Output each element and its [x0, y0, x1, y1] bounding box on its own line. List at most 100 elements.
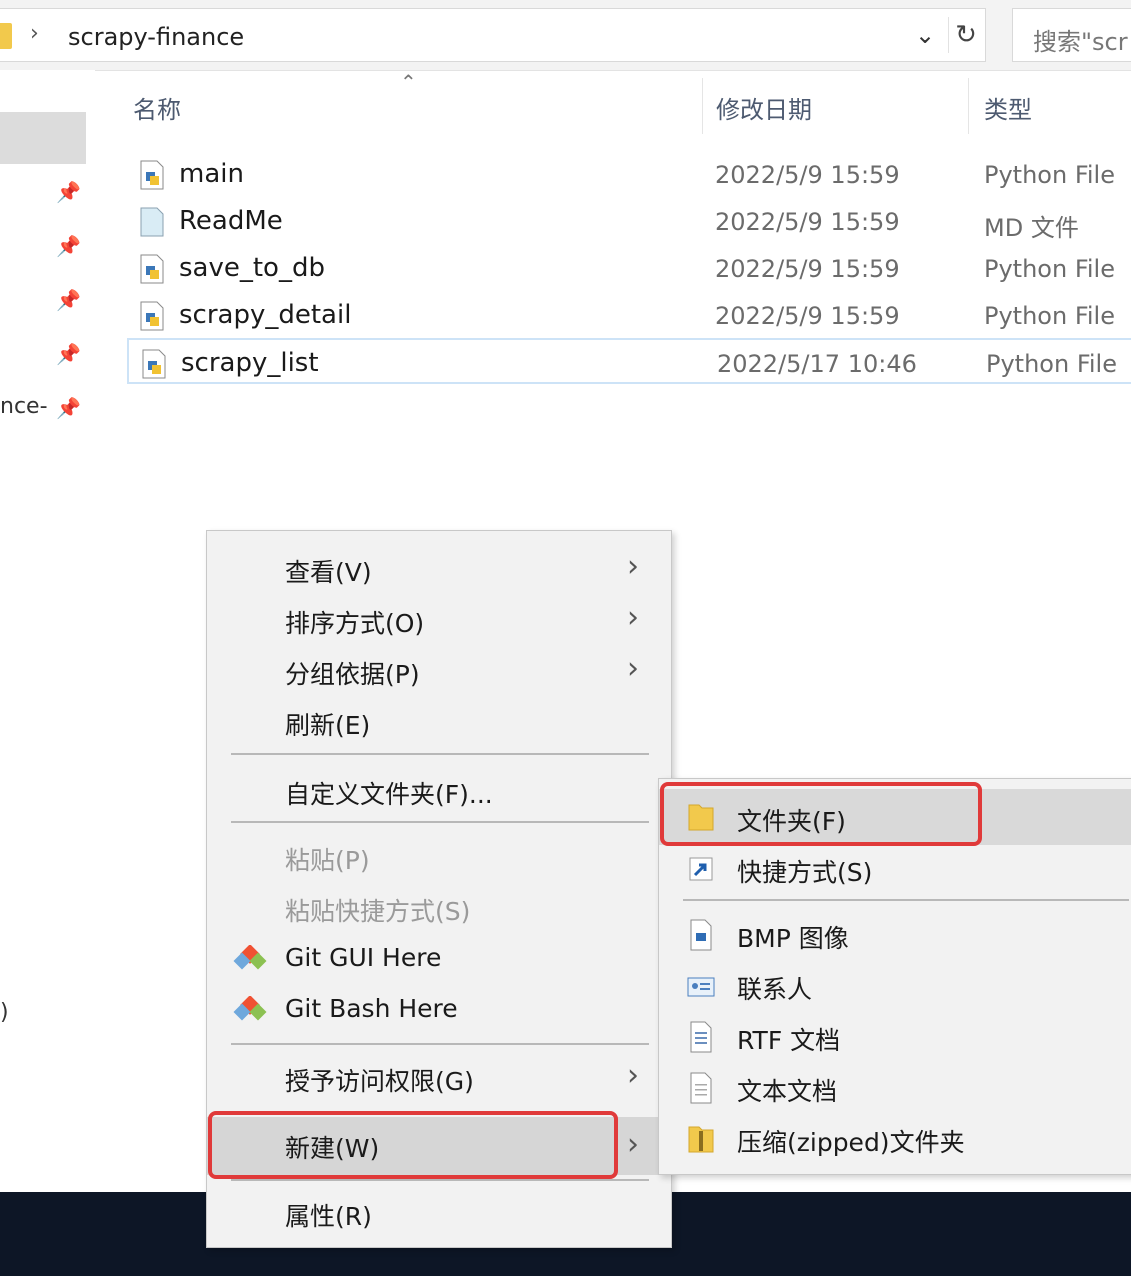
- submenu-item-label: 压缩(zipped)文件夹: [737, 1128, 965, 1157]
- column-header-type[interactable]: 类型: [984, 90, 1032, 125]
- submenu-item-label: 联系人: [737, 975, 813, 1004]
- submenu-item-label: RTF 文档: [737, 1026, 841, 1055]
- git-icon: [233, 945, 267, 970]
- shortcut-icon: [689, 857, 713, 881]
- file-name: ReadMe: [179, 206, 283, 236]
- menu-item-label: 刷新(E): [285, 711, 371, 740]
- pin-icon[interactable]: 📌: [56, 396, 81, 420]
- file-type: Python File: [984, 161, 1115, 189]
- file-row[interactable]: save_to_db 2022/5/9 15:59 Python File: [127, 245, 1131, 291]
- menu-item-label: 授予访问权限(G): [285, 1067, 474, 1096]
- rtf-document-icon: [690, 1021, 712, 1053]
- menu-item-label: Git Bash Here: [285, 994, 458, 1023]
- zip-folder-icon: [688, 1126, 714, 1153]
- menu-item-customize-folder[interactable]: 自定义文件夹(F)...: [207, 765, 671, 815]
- menu-item-sort[interactable]: 排序方式(O) ›: [207, 594, 671, 644]
- contact-card-icon: [687, 977, 715, 997]
- menu-item-refresh[interactable]: 刷新(E): [207, 696, 671, 746]
- nav-item-label[interactable]: nce-: [0, 394, 48, 419]
- menu-separator: [231, 1179, 649, 1181]
- menu-item-paste[interactable]: 粘贴(P): [207, 831, 671, 881]
- pin-icon[interactable]: 📌: [56, 342, 81, 366]
- highlight-box-new: [208, 1111, 618, 1179]
- search-placeholder: 搜索"scr: [1033, 28, 1128, 56]
- menu-item-label: 排序方式(O): [285, 609, 425, 638]
- pin-icon[interactable]: 📌: [56, 180, 81, 204]
- search-input[interactable]: 搜索"scr: [1012, 8, 1131, 62]
- submenu-item-contact[interactable]: 联系人: [659, 960, 1131, 1010]
- submenu-item-text[interactable]: 文本文档: [659, 1062, 1131, 1112]
- pin-icon[interactable]: 📌: [56, 234, 81, 258]
- text-document-icon: [690, 1072, 712, 1104]
- chevron-right-icon: ›: [627, 651, 639, 686]
- address-box[interactable]: › scrapy-finance ⌄ ↻: [0, 8, 986, 62]
- file-row[interactable]: main 2022/5/9 15:59 Python File: [127, 151, 1131, 197]
- menu-item-label: 属性(R): [285, 1202, 372, 1231]
- nav-item-label[interactable]: ): [0, 1000, 9, 1025]
- submenu-item-label: 快捷方式(S): [737, 858, 873, 887]
- column-divider[interactable]: [702, 78, 703, 134]
- pin-icon[interactable]: 📌: [56, 288, 81, 312]
- refresh-icon[interactable]: ↻: [948, 17, 983, 53]
- submenu-item-rtf[interactable]: RTF 文档: [659, 1011, 1131, 1061]
- address-bar: › scrapy-finance ⌄ ↻ 搜索"scr: [0, 0, 1131, 71]
- chevron-right-icon: ›: [627, 1127, 639, 1162]
- menu-item-git-gui[interactable]: Git GUI Here: [207, 933, 671, 983]
- submenu-item-shortcut[interactable]: 快捷方式(S): [659, 843, 1131, 893]
- menu-item-git-bash[interactable]: Git Bash Here: [207, 984, 671, 1034]
- file-date: 2022/5/9 15:59: [715, 302, 900, 330]
- file-type: MD 文件: [984, 214, 1079, 242]
- file-date: 2022/5/17 10:46: [717, 350, 917, 378]
- highlight-box-folder: [660, 782, 982, 846]
- address-path[interactable]: scrapy-finance: [68, 23, 244, 51]
- menu-item-label: 自定义文件夹(F)...: [285, 780, 493, 809]
- menu-separator: [231, 753, 649, 755]
- menu-item-label: 粘贴快捷方式(S): [285, 897, 471, 926]
- python-file-icon: [142, 349, 166, 379]
- submenu-item-label: 文本文档: [737, 1077, 838, 1106]
- chevron-right-icon: ›: [627, 600, 639, 635]
- submenu-item-label: BMP 图像: [737, 924, 849, 953]
- file-date: 2022/5/9 15:59: [715, 255, 900, 283]
- nav-item-selected[interactable]: [0, 112, 86, 164]
- file-date: 2022/5/9 15:59: [715, 161, 900, 189]
- menu-item-label: 分组依据(P): [285, 660, 420, 689]
- menu-separator: [231, 821, 649, 823]
- menu-item-paste-shortcut[interactable]: 粘贴快捷方式(S): [207, 882, 671, 932]
- menu-item-properties[interactable]: 属性(R): [207, 1187, 671, 1237]
- submenu-item-bmp[interactable]: BMP 图像: [659, 909, 1131, 959]
- menu-item-group[interactable]: 分组依据(P) ›: [207, 645, 671, 695]
- file-name: save_to_db: [179, 253, 325, 283]
- python-file-icon: [140, 160, 164, 190]
- column-divider[interactable]: [968, 78, 969, 134]
- menu-item-label: 粘贴(P): [285, 846, 370, 875]
- bmp-image-icon: [690, 919, 712, 951]
- menu-item-label: Git GUI Here: [285, 943, 442, 972]
- menu-item-grant-access[interactable]: 授予访问权限(G) ›: [207, 1052, 671, 1102]
- chevron-right-icon: ›: [627, 1058, 639, 1093]
- file-name: scrapy_list: [181, 348, 319, 378]
- md-file-icon: [140, 207, 164, 237]
- navigation-pane: 📌 📌 📌 📌 nce- 📌 ): [0, 70, 95, 1190]
- submenu-item-zip[interactable]: 压缩(zipped)文件夹: [659, 1113, 1131, 1163]
- menu-item-view[interactable]: 查看(V) ›: [207, 543, 671, 593]
- file-date: 2022/5/9 15:59: [715, 208, 900, 236]
- python-file-icon: [140, 254, 164, 284]
- file-type: Python File: [984, 302, 1115, 330]
- git-icon: [233, 996, 267, 1021]
- chevron-right-icon: ›: [627, 549, 639, 584]
- column-header-name[interactable]: 名称: [133, 90, 181, 125]
- file-type: Python File: [986, 350, 1117, 378]
- file-name: main: [179, 159, 244, 189]
- file-row[interactable]: ReadMe 2022/5/9 15:59 MD 文件: [127, 198, 1131, 244]
- column-header-date[interactable]: 修改日期: [716, 90, 812, 125]
- menu-item-label: 查看(V): [285, 558, 372, 587]
- menu-separator: [231, 1043, 649, 1045]
- chevron-right-icon[interactable]: ›: [30, 21, 39, 46]
- file-name: scrapy_detail: [179, 300, 352, 330]
- chevron-down-icon[interactable]: ⌄: [915, 21, 935, 49]
- file-row-selected[interactable]: scrapy_list 2022/5/17 10:46 Python File: [127, 338, 1131, 384]
- submenu-separator: [683, 899, 1129, 901]
- python-file-icon: [140, 301, 164, 331]
- file-row[interactable]: scrapy_detail 2022/5/9 15:59 Python File: [127, 292, 1131, 338]
